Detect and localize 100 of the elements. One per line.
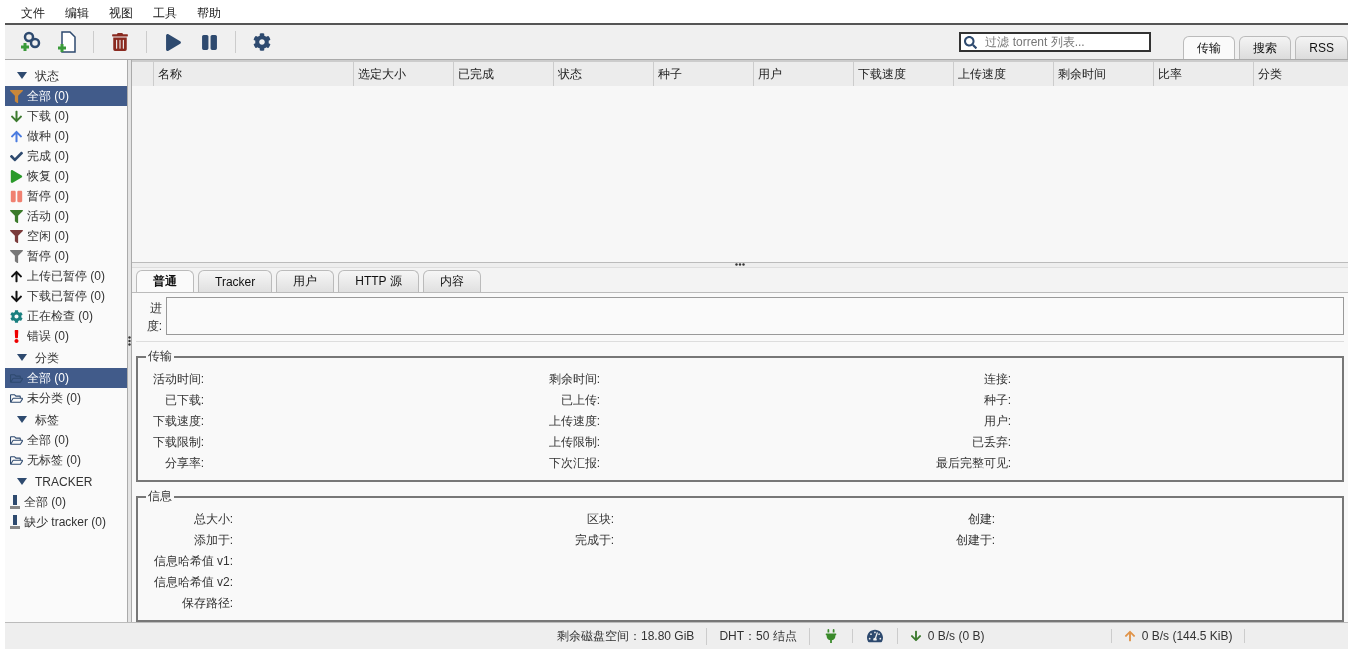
link-plus-icon	[20, 31, 42, 53]
field-label: 完成于:	[573, 532, 614, 549]
field-label: 分享率:	[163, 455, 204, 472]
panel-title: 传输	[147, 348, 173, 365]
column-header[interactable]: 选定大小	[354, 62, 454, 86]
section-title: TRACKER	[35, 475, 93, 489]
arrow-down-icon	[10, 289, 23, 303]
menu-item[interactable]: 编辑	[55, 5, 99, 22]
column-header[interactable]: 已完成	[454, 62, 554, 86]
filter-item[interactable]: 全部 (0)	[5, 430, 127, 450]
splitter-handle-icon[interactable]	[128, 336, 131, 346]
folder-icon	[10, 391, 23, 405]
field-label: 总大小:	[192, 511, 233, 528]
section-title: 分类	[35, 349, 59, 367]
field-label: 创建于:	[954, 532, 995, 549]
column-header[interactable]: 下载速度	[854, 62, 954, 86]
filter-item[interactable]: 正在检查 (0)	[5, 306, 127, 326]
filter-item[interactable]: 空闲 (0)	[5, 226, 127, 246]
filter-item[interactable]: 缺少 tracker (0)	[5, 512, 127, 532]
arrow-up-icon	[1123, 630, 1136, 642]
detail-tab[interactable]: 普通	[136, 270, 194, 292]
folder-icon	[10, 371, 23, 385]
download-speed-text: 0 B/s (0 B)	[927, 629, 985, 643]
speedometer-icon[interactable]	[866, 628, 883, 644]
menu-item[interactable]: 视图	[99, 5, 143, 22]
filter-item[interactable]: 恢复 (0)	[5, 166, 127, 186]
filter-icon	[10, 209, 23, 223]
detail-tab[interactable]: Tracker	[198, 270, 273, 292]
filter-item[interactable]: 全部 (0)	[5, 492, 127, 512]
dht-text: DHT：50 结点	[707, 627, 810, 645]
arrow-down-icon	[10, 109, 23, 123]
field-label: 已上传:	[559, 392, 600, 409]
field-label: 种子:	[982, 392, 1011, 409]
column-header[interactable]: 名称	[154, 62, 354, 86]
field-label: 最后完整可见:	[934, 455, 1011, 472]
filter-icon	[10, 229, 23, 243]
folder-icon	[10, 433, 23, 447]
filter-field[interactable]: 过滤 torrent 列表...	[959, 32, 1152, 52]
filter-icon	[10, 89, 23, 103]
section-title: 状态	[35, 67, 59, 85]
column-header[interactable]: 剩余时间	[1054, 62, 1154, 86]
filter-item[interactable]: 上传已暂停 (0)	[5, 266, 127, 286]
filter-item[interactable]: 无标签 (0)	[5, 450, 127, 470]
caret-icon[interactable]	[17, 72, 27, 80]
arrow-down-icon	[909, 630, 922, 642]
column-header[interactable]: 比率	[1154, 62, 1254, 86]
column-header[interactable]: 分类	[1254, 62, 1348, 86]
view-tab[interactable]: RSS	[1295, 36, 1348, 59]
column-header[interactable]: 状态	[554, 62, 654, 86]
file-plus-icon	[57, 31, 77, 53]
filter-item[interactable]: 下载已暂停 (0)	[5, 286, 127, 306]
field-label: 连接:	[982, 371, 1011, 388]
column-header[interactable]: 上传速度	[954, 62, 1054, 86]
filter-item[interactable]: 完成 (0)	[5, 146, 127, 166]
menu-item[interactable]: 文件	[11, 5, 55, 22]
detail-tab[interactable]: 用户	[276, 270, 335, 292]
upload-speed-text: 0 B/s (144.5 KiB)	[1141, 629, 1233, 643]
progress-label: 进度:	[145, 300, 162, 335]
caret-icon[interactable]	[17, 416, 27, 424]
filter-item[interactable]: 做种 (0)	[5, 126, 127, 146]
view-tab[interactable]: 搜索	[1239, 36, 1292, 59]
field-label: 添加于:	[192, 532, 233, 549]
field-label: 下载速度:	[151, 413, 204, 430]
folder-icon	[10, 453, 23, 467]
pin-icon	[10, 515, 20, 529]
field-label: 剩余时间:	[547, 371, 600, 388]
filter-item[interactable]: 未分类 (0)	[5, 388, 127, 408]
caret-icon[interactable]	[17, 354, 27, 362]
caret-icon[interactable]	[17, 478, 27, 486]
menu-item[interactable]: 工具	[143, 5, 187, 22]
search-icon	[964, 36, 978, 49]
pause-icon	[10, 189, 23, 203]
arrow-up-icon	[10, 129, 23, 143]
field-label: 信息哈希值 v2:	[152, 574, 233, 591]
field-label: 用户:	[982, 413, 1011, 430]
filter-item[interactable]: 全部 (0)	[5, 86, 127, 106]
filter-item[interactable]: 活动 (0)	[5, 206, 127, 226]
section-title: 标签	[35, 411, 59, 429]
play-icon	[10, 169, 23, 183]
field-label: 保存路径:	[180, 595, 233, 612]
field-label: 已丢弃:	[970, 434, 1011, 451]
splitter-handle-icon[interactable]	[735, 263, 745, 266]
check-icon	[10, 149, 23, 163]
filter-item[interactable]: 暂停 (0)	[5, 246, 127, 266]
menu-item[interactable]: 帮助	[187, 5, 231, 22]
filter-item[interactable]: 全部 (0)	[5, 368, 127, 388]
detail-tab[interactable]: 内容	[422, 270, 481, 292]
column-header[interactable]: 用户	[754, 62, 854, 86]
filter-item[interactable]: 暂停 (0)	[5, 186, 127, 206]
field-label: 下次汇报:	[547, 455, 600, 472]
filter-item[interactable]: 下载 (0)	[5, 106, 127, 126]
filter-item[interactable]: 错误 (0)	[5, 326, 127, 346]
view-tab[interactable]: 传输	[1183, 36, 1236, 59]
detail-tab[interactable]: HTTP 源	[338, 270, 419, 292]
column-header[interactable]: 种子	[654, 62, 754, 86]
field-label: 下载限制:	[151, 434, 204, 451]
field-label: 创建:	[966, 511, 995, 528]
trash-icon	[111, 33, 129, 51]
pause-icon	[200, 33, 218, 51]
plug-icon[interactable]	[823, 629, 838, 643]
